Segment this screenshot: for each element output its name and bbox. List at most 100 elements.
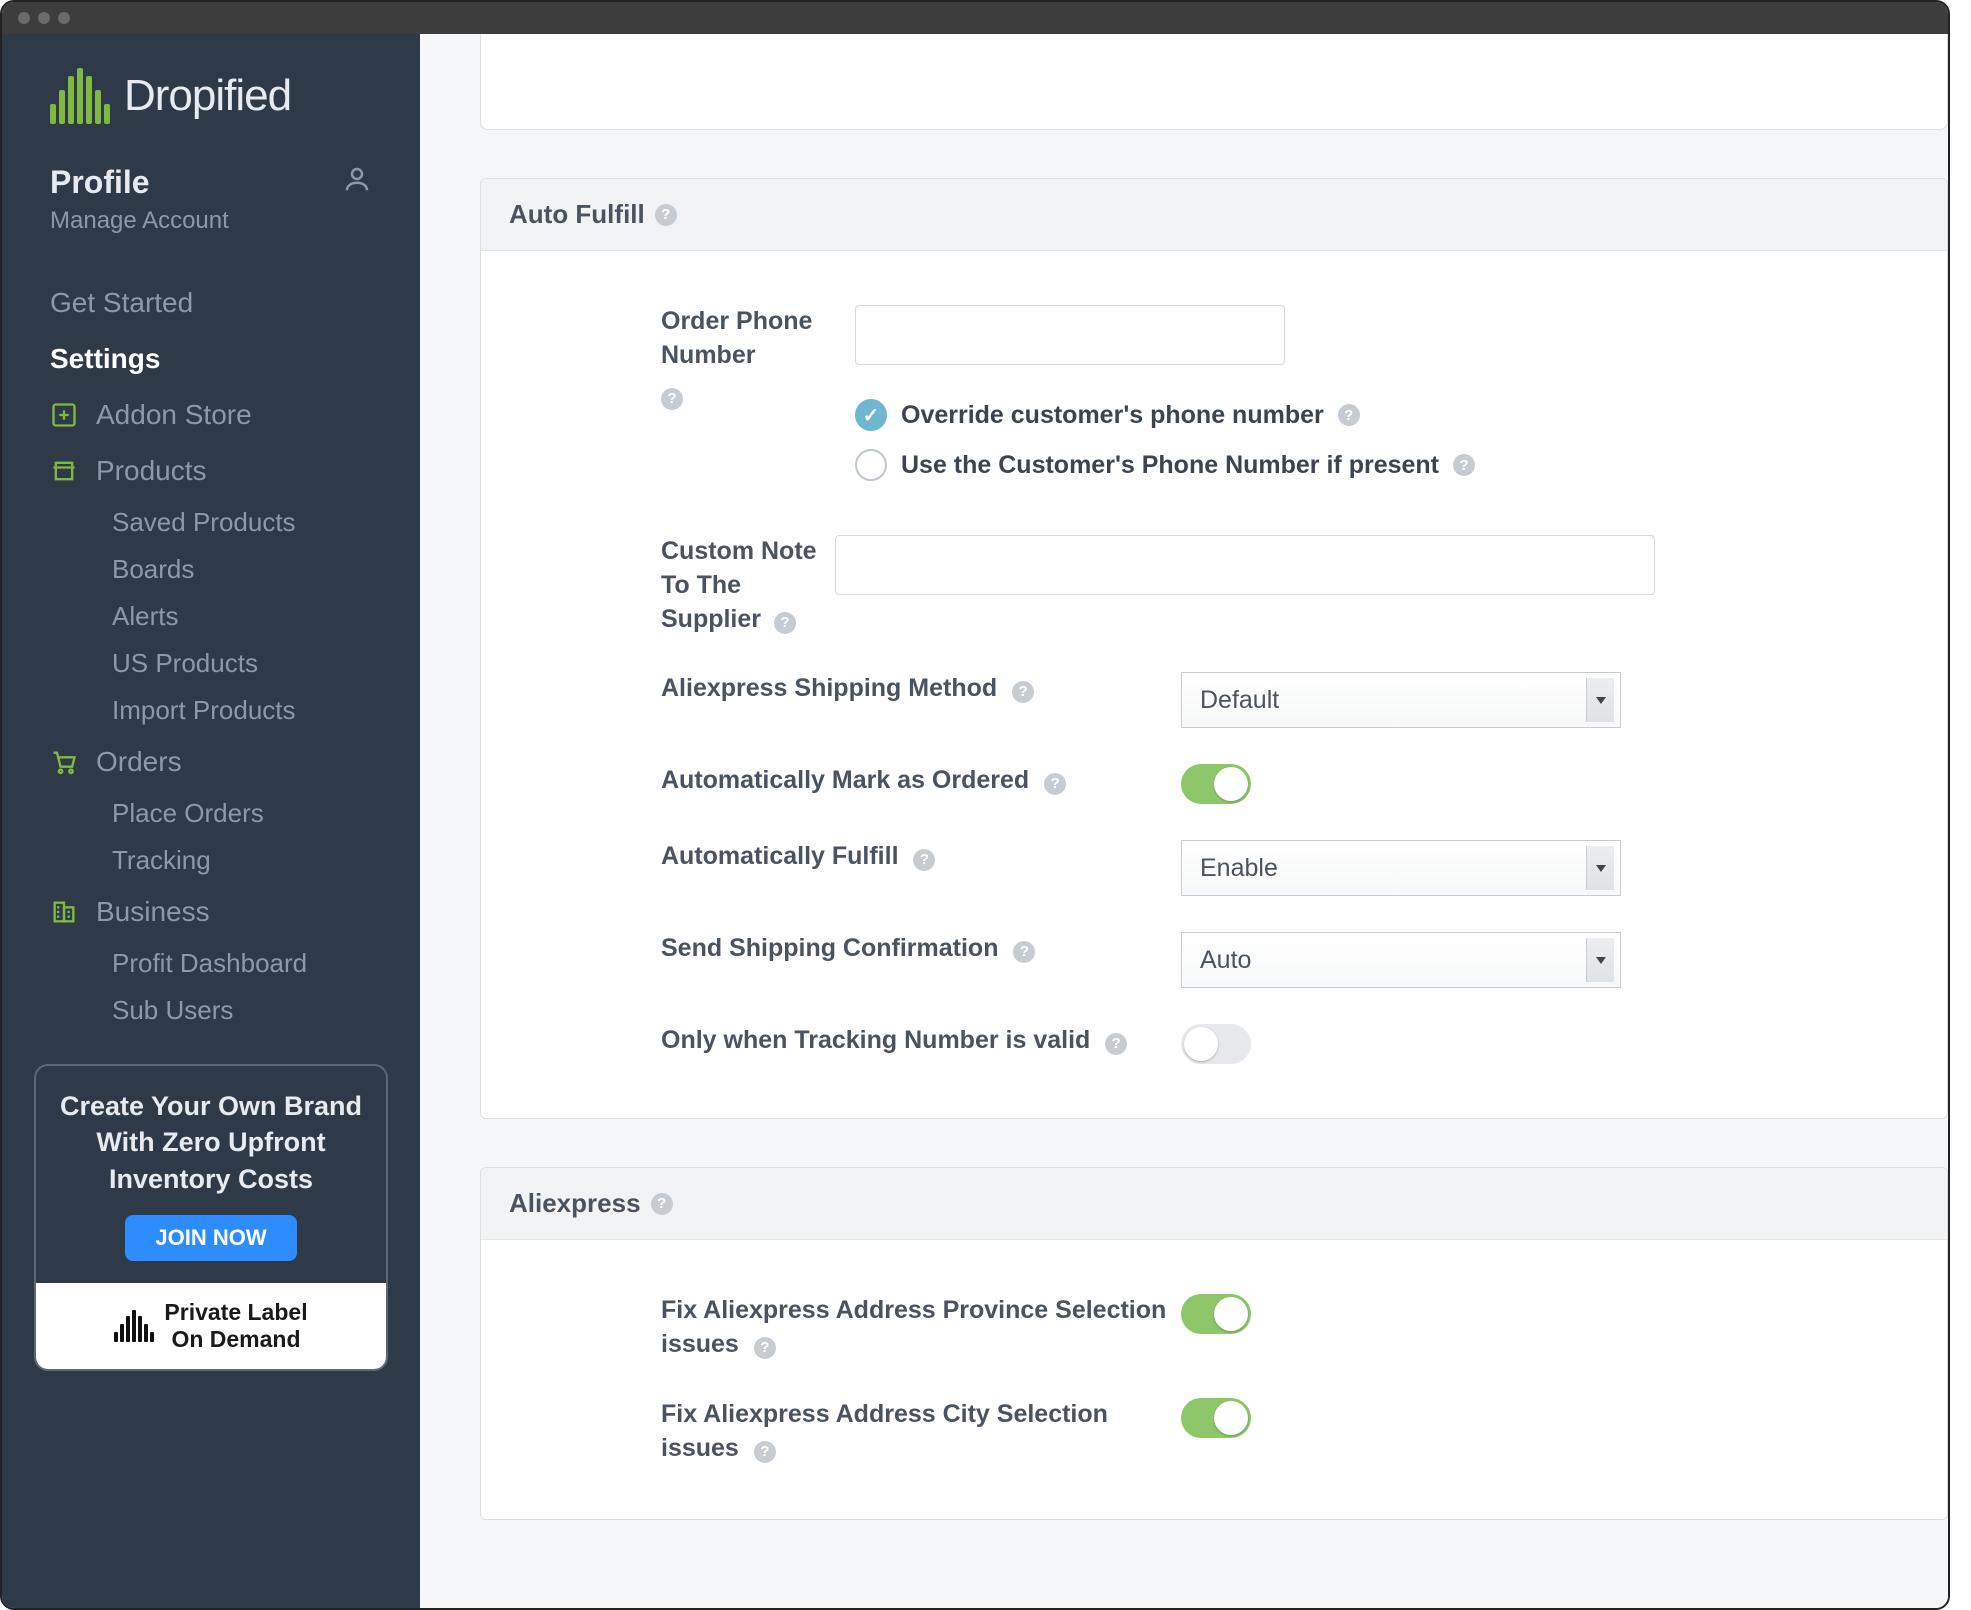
nav-alerts[interactable]: Alerts: [2, 593, 420, 640]
nav-addon-store[interactable]: Addon Store: [2, 387, 420, 443]
label-fix-province: Fix Aliexpress Address Province Selectio…: [491, 1294, 1181, 1362]
chevron-down-icon: [1586, 678, 1614, 722]
sidebar: Dropified Profile Manage Account Get Sta…: [2, 34, 420, 1608]
label-fix-city: Fix Aliexpress Address City Selection is…: [491, 1398, 1181, 1466]
brand-logo[interactable]: Dropified: [2, 58, 420, 164]
nav-tracking[interactable]: Tracking: [2, 837, 420, 884]
nav-label: Addon Store: [96, 399, 252, 431]
nav-import-products[interactable]: Import Products: [2, 687, 420, 734]
nav-us-products[interactable]: US Products: [2, 640, 420, 687]
panel-aliexpress: Aliexpress ? Fix Aliexpress Address Prov…: [480, 1167, 1948, 1520]
help-icon[interactable]: ?: [913, 849, 935, 871]
chevron-down-icon: [1586, 938, 1614, 982]
nav-label: Products: [96, 455, 207, 487]
help-icon[interactable]: ?: [655, 204, 677, 226]
cart-icon: [50, 748, 78, 776]
label-order-phone: Order Phone Number ?: [491, 305, 851, 412]
toggle-fix-city[interactable]: [1181, 1398, 1251, 1438]
profile-block: Profile Manage Account: [2, 164, 420, 255]
select-auto-fulfill[interactable]: Enable: [1181, 840, 1621, 896]
nav-settings[interactable]: Settings: [2, 331, 420, 387]
row-fix-city: Fix Aliexpress Address City Selection is…: [491, 1380, 1937, 1484]
logo-bars-icon: [50, 68, 110, 124]
user-icon[interactable]: [342, 164, 372, 194]
row-custom-note: Custom Note To The Supplier ?: [491, 517, 1937, 654]
app-window: Dropified Profile Manage Account Get Sta…: [0, 0, 1950, 1610]
label-auto-fulfill: Automatically Fulfill ?: [491, 840, 1181, 874]
panel-title: Aliexpress: [509, 1188, 641, 1219]
help-icon[interactable]: ?: [1105, 1033, 1127, 1055]
row-use-customer-phone[interactable]: Use the Customer's Phone Number if prese…: [855, 449, 1475, 481]
checkbox-checked-icon[interactable]: [855, 399, 887, 431]
help-icon[interactable]: ?: [1012, 681, 1034, 703]
help-icon[interactable]: ?: [754, 1337, 776, 1359]
nav-orders[interactable]: Orders: [2, 734, 420, 790]
input-order-phone[interactable]: [855, 305, 1285, 365]
label-custom-note: Custom Note To The Supplier ?: [491, 535, 831, 636]
nav-sub-users[interactable]: Sub Users: [2, 987, 420, 1034]
storefront-icon: [50, 457, 78, 485]
row-only-tracking: Only when Tracking Number is valid ?: [491, 1006, 1937, 1082]
nav-saved-products[interactable]: Saved Products: [2, 499, 420, 546]
toggle-auto-mark[interactable]: [1181, 764, 1251, 804]
promo-footer[interactable]: Private LabelOn Demand: [36, 1283, 386, 1369]
nav-get-started[interactable]: Get Started: [2, 275, 420, 331]
promo-footer-text: Private LabelOn Demand: [164, 1299, 307, 1353]
panel-title: Auto Fulfill: [509, 199, 645, 230]
row-auto-fulfill: Automatically Fulfill ? Enable: [491, 822, 1937, 914]
window-dot: [58, 12, 70, 24]
window-dot: [18, 12, 30, 24]
nav-boards[interactable]: Boards: [2, 546, 420, 593]
promo-join-button[interactable]: JOIN NOW: [125, 1215, 296, 1261]
help-icon[interactable]: ?: [1338, 404, 1360, 426]
content-area: Auto Fulfill ? Order Phone Number ?: [420, 34, 1948, 1608]
input-custom-note[interactable]: [835, 535, 1655, 595]
label-only-tracking: Only when Tracking Number is valid ?: [491, 1024, 1181, 1058]
select-value: Default: [1200, 686, 1279, 715]
panel-header: Aliexpress ?: [481, 1168, 1947, 1240]
nav-products[interactable]: Products: [2, 443, 420, 499]
panel-auto-fulfill: Auto Fulfill ? Order Phone Number ?: [480, 178, 1948, 1119]
select-value: Enable: [1200, 854, 1278, 883]
row-order-phone: Order Phone Number ? Override customer's…: [491, 287, 1937, 517]
help-icon[interactable]: ?: [1044, 773, 1066, 795]
nav-label: Business: [96, 896, 210, 928]
sound-bars-icon: [114, 1310, 154, 1342]
nav-business[interactable]: Business: [2, 884, 420, 940]
label-ali-shipping: Aliexpress Shipping Method ?: [491, 672, 1181, 706]
help-icon[interactable]: ?: [651, 1193, 673, 1215]
nav-profit-dashboard[interactable]: Profit Dashboard: [2, 940, 420, 987]
row-auto-mark: Automatically Mark as Ordered ?: [491, 746, 1937, 822]
previous-panel-bottom: [480, 34, 1948, 130]
toggle-fix-province[interactable]: [1181, 1294, 1251, 1334]
row-send-shipping: Send Shipping Confirmation ? Auto: [491, 914, 1937, 1006]
nav-place-orders[interactable]: Place Orders: [2, 790, 420, 837]
help-icon[interactable]: ?: [1013, 941, 1035, 963]
help-icon[interactable]: ?: [774, 612, 796, 634]
select-send-shipping[interactable]: Auto: [1181, 932, 1621, 988]
help-icon[interactable]: ?: [1453, 454, 1475, 476]
app-body: Dropified Profile Manage Account Get Sta…: [2, 34, 1948, 1608]
panel-body: Order Phone Number ? Override customer's…: [481, 251, 1947, 1118]
panel-body: Fix Aliexpress Address Province Selectio…: [481, 1240, 1947, 1519]
label-auto-mark: Automatically Mark as Ordered ?: [491, 764, 1181, 798]
radio-unchecked-icon[interactable]: [855, 449, 887, 481]
profile-manage-link[interactable]: Manage Account: [50, 207, 229, 235]
nav: Get Started Settings Addon Store Product…: [2, 255, 420, 1034]
profile-title: Profile: [50, 164, 229, 201]
panel-header: Auto Fulfill ?: [481, 179, 1947, 251]
titlebar: [2, 2, 1948, 34]
promo-card: Create Your Own Brand With Zero Upfront …: [34, 1064, 388, 1371]
label-send-shipping: Send Shipping Confirmation ?: [491, 932, 1181, 966]
select-ali-shipping[interactable]: Default: [1181, 672, 1621, 728]
label-override-phone: Override customer's phone number: [901, 401, 1324, 430]
toggle-only-tracking[interactable]: [1181, 1024, 1251, 1064]
label-use-customer-phone: Use the Customer's Phone Number if prese…: [901, 451, 1439, 480]
help-icon[interactable]: ?: [661, 388, 683, 410]
plus-square-icon: [50, 401, 78, 429]
window-dot: [38, 12, 50, 24]
row-override-phone[interactable]: Override customer's phone number ?: [855, 399, 1475, 431]
help-icon[interactable]: ?: [754, 1441, 776, 1463]
promo-headline: Create Your Own Brand With Zero Upfront …: [36, 1066, 386, 1215]
row-ali-shipping: Aliexpress Shipping Method ? Default: [491, 654, 1937, 746]
